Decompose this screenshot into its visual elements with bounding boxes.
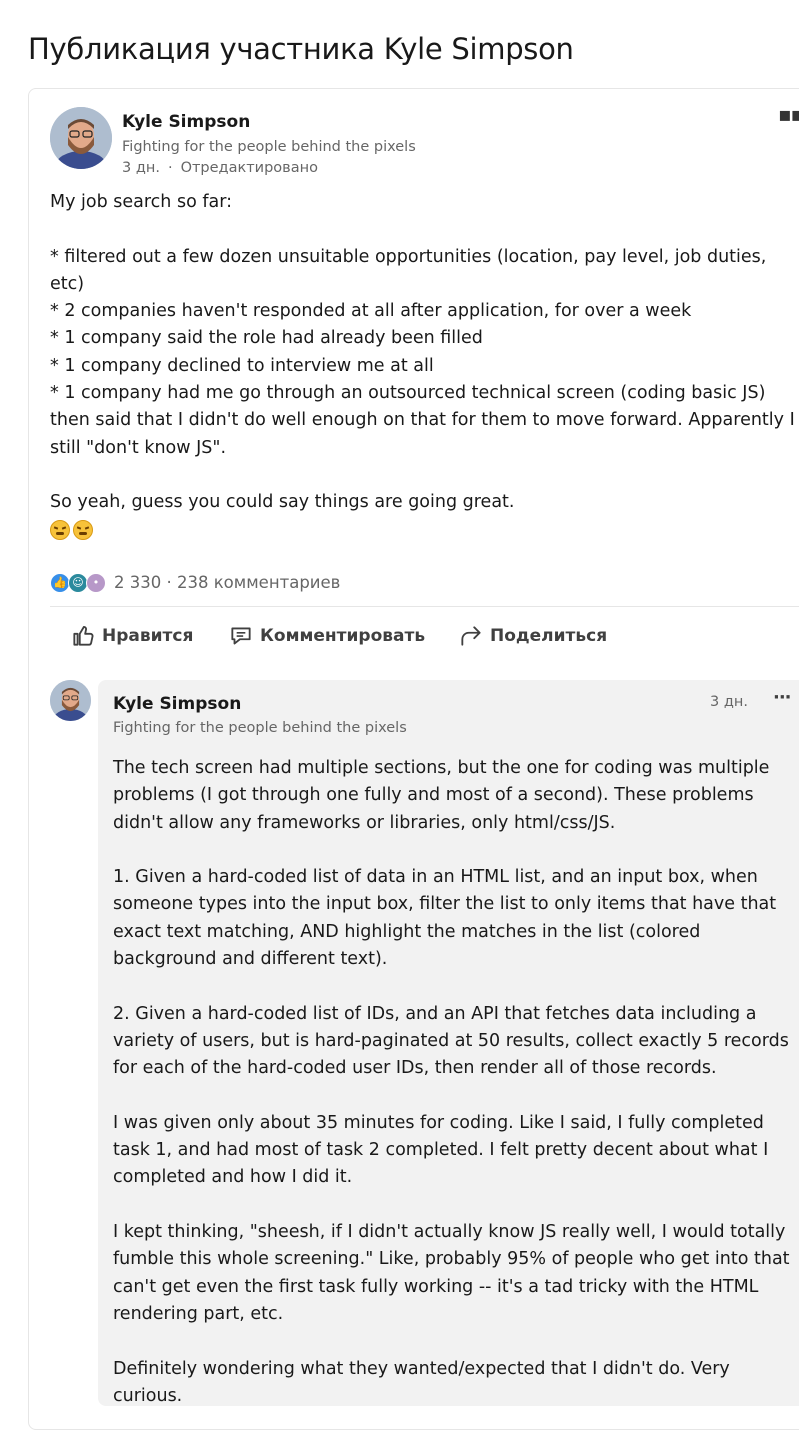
post-time: 3 дн. <box>122 160 160 176</box>
emoji-row <box>50 520 96 540</box>
comment-body: The tech screen had multiple sections, b… <box>113 758 790 1406</box>
edited-label: Отредактировано <box>180 160 318 176</box>
share-button[interactable]: Поделиться <box>458 619 607 653</box>
comment-author-headline: Fighting for the people behind the pixel… <box>113 720 407 736</box>
reaction-comment-count[interactable]: 2 330 · 238 комментариев <box>114 571 340 595</box>
weary-face-icon <box>73 520 93 540</box>
comment-author-name[interactable]: Kyle Simpson <box>113 692 241 716</box>
post-body: My job search so far: * filtered out a f… <box>50 192 795 513</box>
confounded-face-icon <box>50 520 70 540</box>
more-horizontal-icon[interactable]: ▪▪ <box>778 104 799 124</box>
like-button[interactable]: Нравится <box>70 619 193 653</box>
avatar[interactable] <box>50 107 112 169</box>
thumbs-up-icon <box>73 625 94 646</box>
more-horizontal-icon[interactable]: ··· <box>773 688 791 708</box>
comment-avatar[interactable] <box>50 680 91 721</box>
page-title: Публикация участника Kyle Simpson <box>28 32 574 66</box>
comment-time: 3 дн. <box>710 694 748 710</box>
meta-separator: · <box>167 160 173 176</box>
post-meta: 3 дн. · Отредактировано <box>122 158 318 178</box>
comment-label: Комментировать <box>260 626 426 646</box>
share-arrow-icon <box>461 626 481 646</box>
avatar-photo <box>50 107 112 169</box>
avatar-photo <box>50 680 91 721</box>
author-headline: Fighting for the people behind the pixel… <box>122 139 416 155</box>
social-counts[interactable]: 👍 ☺ • 2 330 · 238 комментариев <box>50 571 340 595</box>
like-label: Нравится <box>102 626 194 646</box>
comment-icon <box>231 627 251 645</box>
author-name[interactable]: Kyle Simpson <box>122 110 250 134</box>
like-reaction-icon: 👍 <box>50 573 70 593</box>
curious-reaction-icon: • <box>86 573 106 593</box>
share-label: Поделиться <box>490 626 608 646</box>
funny-reaction-icon: ☺ <box>68 573 88 593</box>
divider <box>50 606 799 607</box>
comment-button[interactable]: Комментировать <box>228 619 425 653</box>
